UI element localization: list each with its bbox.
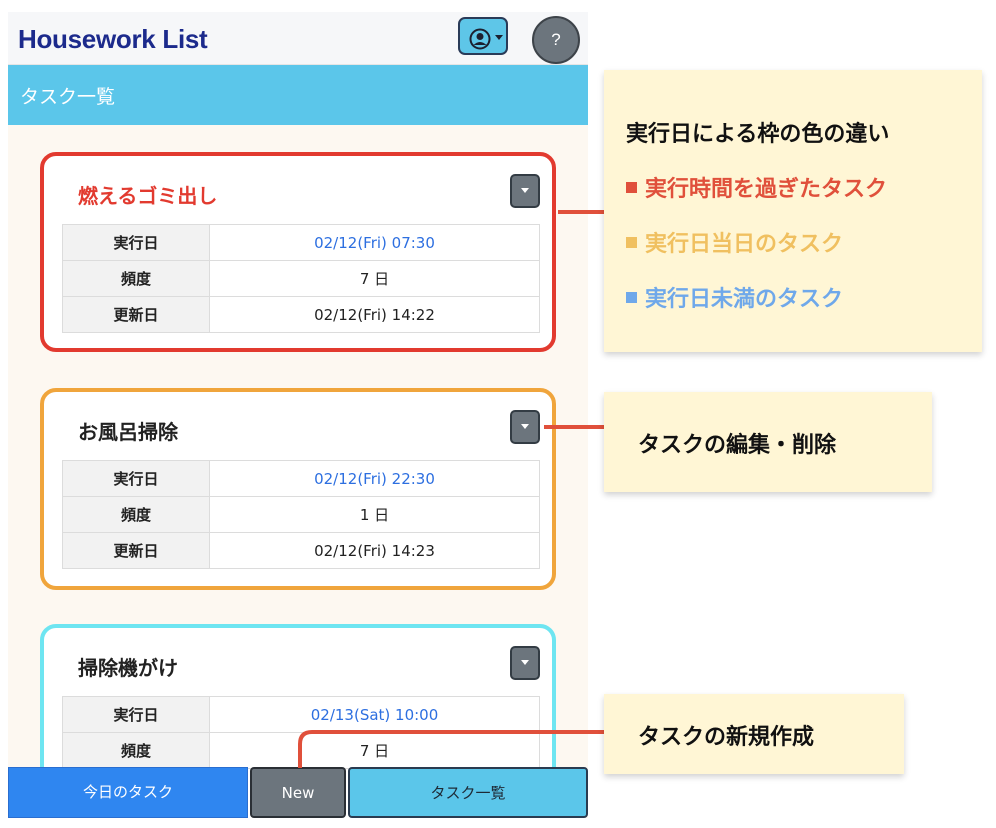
legend-label: 実行日未満のタスク [645,287,844,312]
legend-title: 実行日による枠の色の違い [626,122,890,147]
legend-label: 実行時間を過ぎたタスク [645,177,888,202]
square-icon [626,237,637,248]
square-icon [626,182,637,193]
legend-item-today: 実行日当日のタスク [626,226,843,258]
callout-text: タスクの編集・削除 [638,433,837,458]
edit-delete-callout: タスクの編集・削除 [604,392,932,492]
legend-callout: 実行日による枠の色の違い 実行時間を過ぎたタスク 実行日当日のタスク 実行日未満… [604,70,982,352]
connector-line [298,730,604,768]
square-icon [626,292,637,303]
legend-item-upcoming: 実行日未満のタスク [626,281,843,313]
legend-item-overdue: 実行時間を過ぎたタスク [626,171,887,203]
legend-label: 実行日当日のタスク [645,232,844,257]
callout-text: タスクの新規作成 [638,725,815,750]
new-task-callout: タスクの新規作成 [604,694,904,774]
